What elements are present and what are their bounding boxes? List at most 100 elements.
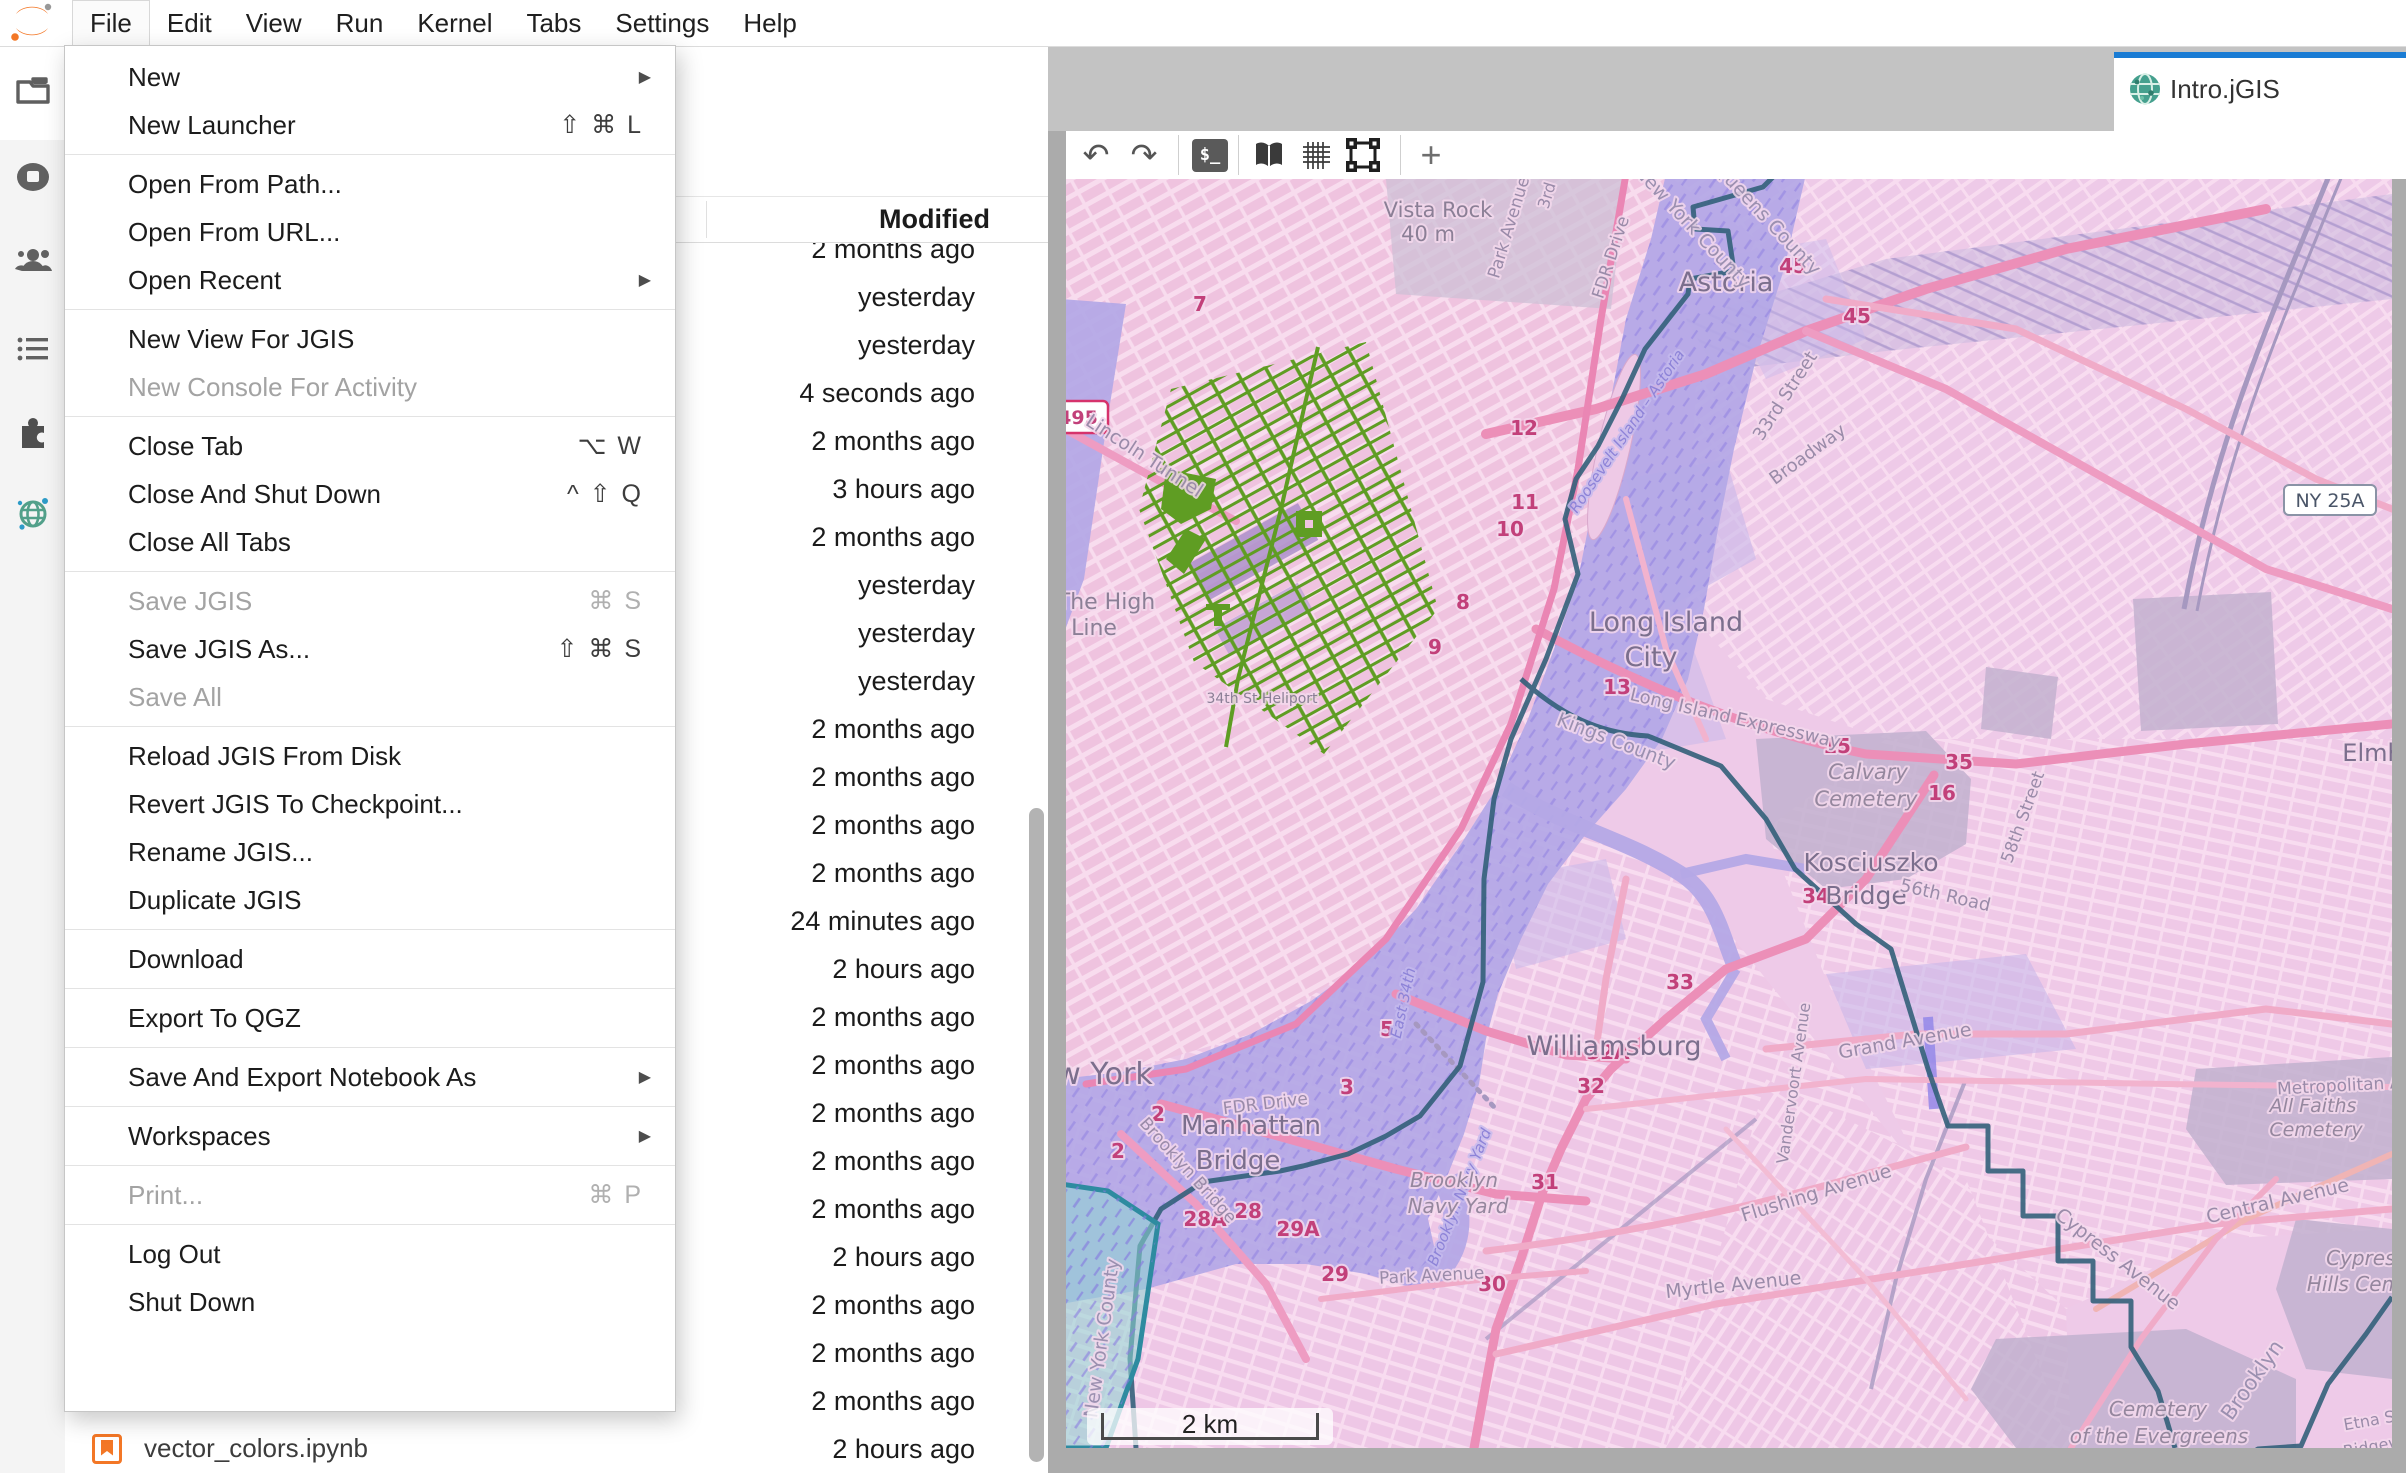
menu-item-label: Reload JGIS From Disk [128, 741, 401, 772]
globe-icon[interactable] [14, 494, 52, 532]
menu-item-new-launcher[interactable]: New Launcher⇧ ⌘ L [65, 101, 675, 149]
map-label: Cemetery [2269, 1119, 2363, 1141]
map-label: Vista Rock [1384, 198, 1493, 222]
menu-kernel[interactable]: Kernel [400, 1, 509, 46]
menu-item-label: Save JGIS As... [128, 634, 310, 665]
menu-item-download[interactable]: Download [65, 935, 675, 983]
route-shield: 31 [1531, 1170, 1559, 1194]
map-label: Williamsburg [1526, 1031, 1701, 1062]
menu-separator [65, 1160, 675, 1171]
file-menu: New▶New Launcher⇧ ⌘ LOpen From Path...Op… [64, 45, 676, 1412]
menu-item-revert-jgis-to-checkpoint[interactable]: Revert JGIS To Checkpoint... [65, 780, 675, 828]
menu-item-close-and-shut-down[interactable]: Close And Shut Down^ ⇧ Q [65, 470, 675, 518]
redo-button[interactable]: ↷ [1122, 131, 1166, 179]
menu-item-save-jgis-as[interactable]: Save JGIS As... ⇧ ⌘ S [65, 625, 675, 673]
menu-help[interactable]: Help [726, 1, 813, 46]
map-label: Cemetery [2109, 1397, 2208, 1421]
column-divider[interactable] [706, 201, 707, 238]
panel-splitter[interactable] [1048, 46, 1066, 1473]
menu-item-log-out[interactable]: Log Out [65, 1230, 675, 1278]
menu-item-print: Print...⌘ P [65, 1171, 675, 1219]
menu-item-label: Download [128, 944, 244, 975]
route-shield: 13 [1603, 675, 1631, 699]
file-name[interactable]: vector_colors.ipynb [144, 1433, 368, 1464]
map-canvas[interactable]: 495NY 25A 712111089454513153516343332A32… [1066, 179, 2392, 1448]
undo-button[interactable]: ↶ [1074, 131, 1118, 179]
menu-item-new-view-for-jgis[interactable]: New View For JGIS [65, 315, 675, 363]
menu-item-reload-jgis-from-disk[interactable]: Reload JGIS From Disk [65, 732, 675, 780]
stop-circle-icon[interactable] [14, 158, 52, 196]
menu-item-open-recent[interactable]: Open Recent▶ [65, 256, 675, 304]
add-layer-button[interactable]: + [1408, 131, 1454, 179]
route-shield: 32 [1577, 1074, 1605, 1098]
menu-item-save-and-export-notebook-as[interactable]: Save And Export Notebook As ▶ [65, 1053, 675, 1101]
plus-icon: + [1420, 134, 1441, 176]
menu-item-label: New Launcher [128, 110, 296, 141]
menu-item-rename-jgis[interactable]: Rename JGIS... [65, 828, 675, 876]
menu-item-label: Open From URL... [128, 217, 340, 248]
list-icon[interactable] [14, 330, 52, 368]
map-label: Bridge [1825, 881, 1907, 910]
menu-item-new-console-for-activity: New Console For Activity [65, 363, 675, 411]
map-label: Hills Cemet [2307, 1272, 2392, 1296]
menu-item-shut-down[interactable]: Shut Down [65, 1278, 675, 1326]
menu-view[interactable]: View [229, 1, 319, 46]
panel-gutter-bottom [1066, 1448, 2392, 1473]
menu-item-label: Save And Export Notebook As [128, 1062, 476, 1093]
menu-item-duplicate-jgis[interactable]: Duplicate JGIS [65, 876, 675, 924]
map-viewport: 495NY 25A 712111089454513153516343332A32… [1066, 179, 2392, 1448]
puzzle-icon[interactable] [14, 412, 52, 450]
folder-icon[interactable] [14, 72, 52, 110]
menu-item-close-tab[interactable]: Close Tab⌥ W [65, 422, 675, 470]
submenu-arrow-icon: ▶ [639, 1067, 655, 1087]
menu-item-label: Open From Path... [128, 169, 342, 200]
route-shield: 11 [1511, 490, 1539, 514]
menu-item-label: Rename JGIS... [128, 837, 313, 868]
route-shield: 8 [1456, 590, 1470, 614]
vector-button[interactable] [1338, 131, 1388, 179]
menu-edit[interactable]: Edit [150, 1, 229, 46]
menu-separator [65, 304, 675, 315]
menu-item-open-from-url[interactable]: Open From URL... [65, 208, 675, 256]
identify-button[interactable] [1246, 131, 1292, 179]
grid-button[interactable] [1294, 131, 1338, 179]
menu-separator [65, 1219, 675, 1230]
route-shield: 12 [1510, 416, 1538, 440]
route-shield: 3 [1340, 1075, 1354, 1099]
jgis-globe-icon [2128, 72, 2162, 106]
menu-file[interactable]: File [72, 0, 150, 46]
menu-item-label: Shut Down [128, 1287, 255, 1318]
menu-item-export-to-qgz[interactable]: Export To QGZ [65, 994, 675, 1042]
map-label: 40 m [1401, 222, 1455, 246]
menu-item-label: Workspaces [128, 1121, 271, 1152]
users-icon[interactable] [14, 242, 52, 280]
menu-item-label: Save JGIS [128, 586, 252, 617]
menu-run[interactable]: Run [319, 1, 401, 46]
menu-item-shortcut: ⇧ ⌘ S [556, 634, 655, 664]
tabbar: Intro.jGIS ✕ + [1048, 46, 2406, 131]
menu-item-new[interactable]: New▶ [65, 53, 675, 101]
menubar: FileEditViewRunKernelTabsSettingsHelp [0, 0, 2406, 47]
tab-intro-jgis[interactable]: Intro.jGIS ✕ [2114, 52, 2406, 131]
file-list-scrollbar[interactable] [1029, 808, 1044, 1462]
scale-label: 2 km [1087, 1409, 1333, 1440]
menu-item-workspaces[interactable]: Workspaces▶ [65, 1112, 675, 1160]
vector-square-icon [1345, 137, 1381, 173]
modified-column-header[interactable]: Modified [879, 197, 990, 242]
menu-item-open-from-path[interactable]: Open From Path... [65, 160, 675, 208]
tab-title: Intro.jGIS [2170, 74, 2280, 105]
toolbar-separator [1178, 135, 1179, 175]
menu-item-label: Log Out [128, 1239, 221, 1270]
menu-tabs[interactable]: Tabs [509, 1, 598, 46]
menu-item-label: New [128, 62, 180, 93]
redo-icon: ↷ [1131, 136, 1158, 174]
file-row[interactable]: vector_colors.ipynb [65, 1424, 1048, 1473]
menu-item-save-all: Save All [65, 673, 675, 721]
toolbar-separator [1238, 135, 1239, 175]
map-label: 34th St Heliport [1206, 691, 1318, 707]
route-shield: 35 [1945, 750, 1973, 774]
menu-item-close-all-tabs[interactable]: Close All Tabs [65, 518, 675, 566]
terminal-button[interactable]: $_ [1186, 131, 1234, 179]
map-label: Calvary [1828, 760, 1908, 784]
menu-settings[interactable]: Settings [598, 1, 726, 46]
